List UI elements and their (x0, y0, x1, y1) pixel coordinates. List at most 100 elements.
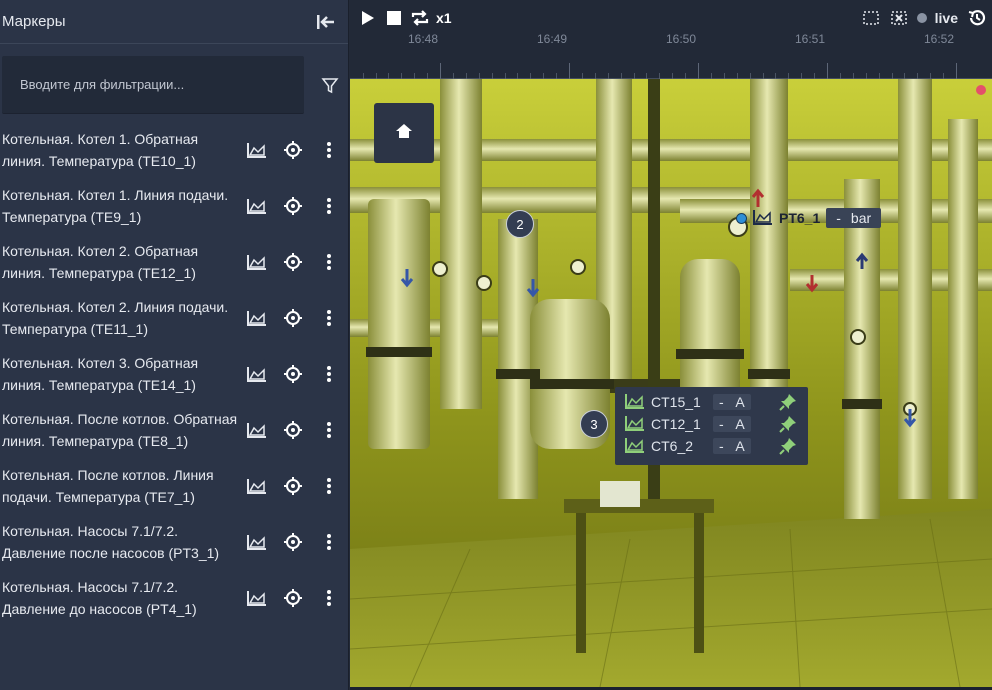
list-item[interactable]: Котельная. Котел 1. Обратная линия. Темп… (0, 122, 348, 178)
marker-badge-3[interactable]: 3 (580, 410, 608, 438)
list-item-label: Котельная. Насосы 7.1/7.2. Давление посл… (2, 523, 220, 561)
list-item[interactable]: Котельная. Котел 2. Обратная линия. Темп… (0, 234, 348, 290)
filter-input[interactable] (2, 56, 304, 113)
list-item[interactable]: Котельная. После котлов. Обратная линия.… (0, 402, 348, 458)
list-item-label: Котельная. После котлов. Обратная линия.… (2, 411, 238, 449)
area-chart-icon[interactable] (247, 420, 267, 440)
timeline[interactable]: 16:48 16:49 16:50 16:51 16:52 (350, 30, 992, 79)
more-vert-icon[interactable] (319, 196, 339, 216)
tag-pt6-1[interactable]: PT6_1 - bar (736, 208, 882, 228)
list-item-actions (247, 588, 339, 608)
tag-unit-value: A (735, 394, 745, 410)
list-item-actions (247, 476, 339, 496)
area-chart-icon[interactable] (247, 532, 267, 552)
more-vert-icon[interactable] (319, 140, 339, 160)
list-item-label: Котельная. Котел 1. Линия подачи. Темпер… (2, 187, 229, 225)
area-chart-icon[interactable] (247, 588, 267, 608)
area-chart-icon (625, 393, 645, 412)
list-item-actions (247, 308, 339, 328)
more-vert-icon[interactable] (319, 252, 339, 272)
tag-unit: - A (713, 416, 751, 432)
list-item[interactable]: Котельная. Насосы 7.1/7.2. Давление до н… (0, 570, 348, 626)
list-item[interactable]: Котельная. Насосы 7.1/7.2. Давление посл… (0, 514, 348, 570)
area-chart-icon[interactable] (247, 140, 267, 160)
pin-icon[interactable] (778, 414, 798, 434)
list-item-actions (247, 140, 339, 160)
more-vert-icon[interactable] (319, 532, 339, 552)
area-chart-icon[interactable] (247, 364, 267, 384)
stop-icon[interactable] (386, 6, 402, 30)
list-item[interactable]: Котельная. Котел 1. Линия подачи. Темпер… (0, 178, 348, 234)
home-icon (394, 122, 414, 145)
crosshair-icon[interactable] (283, 140, 303, 160)
playback-speed[interactable]: x1 (436, 10, 452, 26)
tag-name: CT15_1 (651, 394, 701, 410)
filter-icon[interactable] (318, 74, 342, 98)
timeline-tick-label: 16:52 (924, 32, 955, 46)
crosshair-icon[interactable] (283, 588, 303, 608)
tag-group-3: CT15_1 - A CT12_1 - A CT6_2 - A (615, 387, 808, 465)
tag-row[interactable]: CT12_1 - A (625, 413, 798, 435)
tag-anchor-dot (736, 212, 747, 224)
markers-sidebar: Маркеры Котельная. Котел 1. Обратная лин… (0, 0, 349, 690)
tag-unit: - A (713, 394, 751, 410)
history-icon[interactable] (966, 6, 988, 30)
tag-separator: - (836, 210, 841, 226)
marker-list: Котельная. Котел 1. Обратная линия. Темп… (0, 122, 348, 626)
pin-icon[interactable] (778, 392, 798, 412)
crosshair-icon[interactable] (283, 252, 303, 272)
live-indicator-dot (916, 13, 927, 23)
more-vert-icon[interactable] (319, 420, 339, 440)
boiler-room-panorama (350, 79, 992, 687)
crosshair-icon[interactable] (283, 532, 303, 552)
more-vert-icon[interactable] (319, 588, 339, 608)
list-item-label: Котельная. Насосы 7.1/7.2. Давление до н… (2, 579, 197, 617)
list-item-label: Котельная. Котел 2. Линия подачи. Темпер… (2, 299, 229, 337)
list-item-actions (247, 364, 339, 384)
list-item[interactable]: Котельная. Котел 3. Обратная линия. Темп… (0, 346, 348, 402)
tag-separator: - (719, 394, 724, 410)
timeline-tick-label: 16:50 (666, 32, 697, 46)
home-button[interactable] (374, 103, 434, 163)
area-chart-icon[interactable] (247, 196, 267, 216)
pin-icon[interactable] (778, 436, 798, 456)
tag-row[interactable]: CT6_2 - A (625, 435, 798, 457)
crosshair-icon[interactable] (283, 196, 303, 216)
list-item[interactable]: Котельная. Котел 2. Линия подачи. Темпер… (0, 290, 348, 346)
live-marker-dot (976, 85, 986, 95)
tag-unit-value: A (735, 416, 745, 432)
tag-name: PT6_1 (779, 210, 821, 226)
collapse-icon[interactable] (314, 10, 338, 34)
live-label[interactable]: live (935, 10, 958, 26)
tag-row[interactable]: CT15_1 - A (625, 391, 798, 413)
more-vert-icon[interactable] (319, 308, 339, 328)
marker-badge-2[interactable]: 2 (506, 210, 534, 238)
area-chart-icon[interactable] (247, 252, 267, 272)
panorama-view[interactable]: 2 3 PT6_1 - bar CT15_1 - A CT12_1 - A CT6_2 -… (350, 79, 992, 687)
more-vert-icon[interactable] (319, 476, 339, 496)
filter-field[interactable] (2, 56, 304, 114)
list-item-label: Котельная. После котлов. Линия подачи. Т… (2, 467, 214, 505)
area-chart-icon[interactable] (247, 476, 267, 496)
toolbar-right: live (861, 6, 988, 30)
timeline-tick-label: 16:49 (537, 32, 568, 46)
area-chart-icon[interactable] (247, 308, 267, 328)
more-vert-icon[interactable] (319, 364, 339, 384)
filter-row (0, 44, 348, 122)
app-root: Маркеры Котельная. Котел 1. Обратная лин… (0, 0, 992, 690)
repeat-icon[interactable] (410, 6, 430, 30)
timeline-tick-label: 16:48 (408, 32, 439, 46)
crosshair-icon[interactable] (283, 420, 303, 440)
tag-unit: - A (713, 438, 751, 454)
tag-separator: - (719, 438, 724, 454)
crosshair-icon[interactable] (283, 364, 303, 384)
tag-separator: - (719, 416, 724, 432)
clear-selection-icon[interactable] (889, 6, 909, 30)
play-icon[interactable] (360, 6, 376, 30)
list-item-actions (247, 252, 339, 272)
crosshair-icon[interactable] (283, 308, 303, 328)
crosshair-icon[interactable] (283, 476, 303, 496)
list-item-label: Котельная. Котел 1. Обратная линия. Темп… (2, 131, 199, 169)
list-item[interactable]: Котельная. После котлов. Линия подачи. Т… (0, 458, 348, 514)
select-area-icon[interactable] (861, 6, 881, 30)
